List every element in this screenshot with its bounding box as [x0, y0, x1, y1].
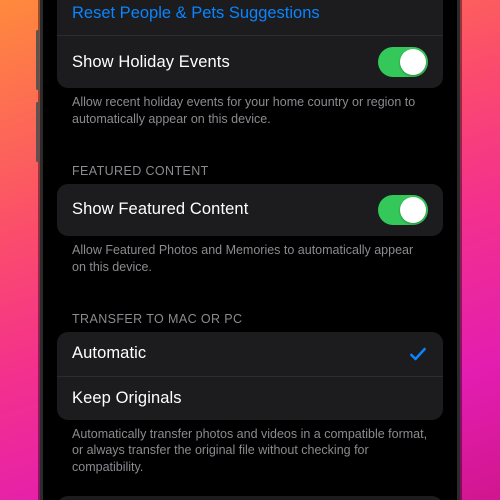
show-featured-content-toggle[interactable] — [378, 195, 428, 225]
toggle-knob — [400, 197, 426, 223]
transfer-footer: Automatically transfer photos and videos… — [57, 420, 443, 491]
evs-group: Enhanced Visual Search — [57, 496, 443, 500]
memories-footer: Allow recent holiday events for your hom… — [57, 88, 443, 142]
show-featured-content-row[interactable]: Show Featured Content — [57, 184, 443, 236]
show-holiday-events-toggle[interactable] — [378, 47, 428, 77]
reset-people-pets-link[interactable]: Reset People & Pets Suggestions — [72, 4, 320, 23]
featured-footer: Allow Featured Photos and Memories to au… — [57, 236, 443, 290]
evs-card: Enhanced Visual Search — [57, 496, 443, 500]
enhanced-visual-search-row[interactable]: Enhanced Visual Search — [57, 496, 443, 500]
transfer-header: TRANSFER TO MAC OR PC — [57, 296, 443, 332]
transfer-option-label: Keep Originals — [72, 389, 182, 408]
memories-card: Reset People & Pets Suggestions Show Hol… — [57, 0, 443, 88]
reset-people-pets-row[interactable]: Reset People & Pets Suggestions — [57, 0, 443, 35]
transfer-option-keep-originals[interactable]: Keep Originals — [57, 376, 443, 420]
transfer-card: Automatic Keep Originals — [57, 332, 443, 420]
show-featured-content-label: Show Featured Content — [72, 200, 248, 219]
toggle-knob — [400, 49, 426, 75]
settings-screen: Reset People & Pets Suggestions Show Hol… — [43, 0, 457, 500]
checkmark-icon — [408, 344, 428, 364]
show-holiday-events-row[interactable]: Show Holiday Events — [57, 35, 443, 88]
show-holiday-events-label: Show Holiday Events — [72, 53, 230, 72]
featured-group: FEATURED CONTENT Show Featured Content A… — [57, 148, 443, 290]
transfer-option-label: Automatic — [72, 344, 146, 363]
transfer-group: TRANSFER TO MAC OR PC Automatic Keep Ori… — [57, 296, 443, 491]
transfer-option-automatic[interactable]: Automatic — [57, 332, 443, 376]
phone-frame: Reset People & Pets Suggestions Show Hol… — [40, 0, 460, 500]
featured-card: Show Featured Content — [57, 184, 443, 236]
memories-group: Reset People & Pets Suggestions Show Hol… — [57, 0, 443, 142]
featured-header: FEATURED CONTENT — [57, 148, 443, 184]
